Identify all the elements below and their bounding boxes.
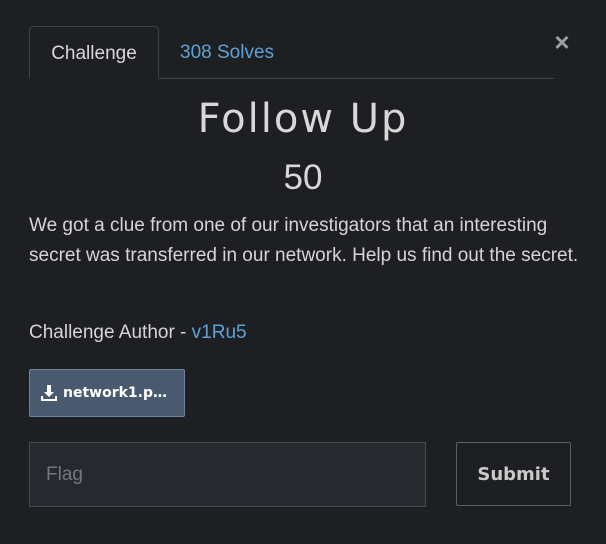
tab-bar: Challenge 308 Solves — [29, 26, 554, 79]
download-icon — [41, 385, 57, 401]
tab-solves[interactable]: 308 Solves — [180, 26, 274, 78]
author-label: Challenge Author - — [29, 322, 192, 343]
tab-challenge[interactable]: Challenge — [29, 26, 159, 79]
challenge-title: Follow Up — [197, 96, 409, 142]
file-name: network1.pc... — [63, 385, 173, 401]
submit-button[interactable]: Submit — [456, 442, 571, 506]
challenge-points: 50 — [283, 158, 323, 197]
close-icon[interactable]: × — [551, 29, 573, 55]
challenge-modal: × Challenge 308 Solves Follow Up 50 We g… — [0, 0, 606, 544]
author-link[interactable]: v1Ru5 — [192, 322, 247, 343]
flag-input[interactable] — [29, 442, 426, 507]
file-download-button[interactable]: network1.pc... — [29, 369, 185, 417]
challenge-description: We got a clue from one of our investigat… — [29, 215, 579, 266]
challenge-author: Challenge Author - v1Ru5 — [29, 322, 247, 344]
